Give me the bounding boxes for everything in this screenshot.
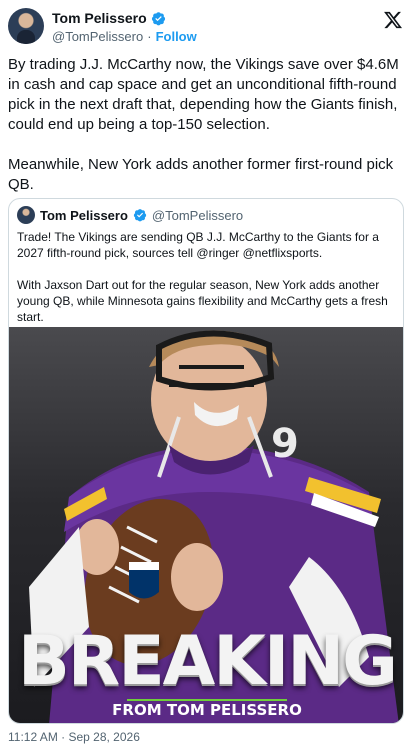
tweet-paragraph: By trading J.J. McCarthy now, the Viking… — [8, 56, 399, 133]
verified-badge-icon — [133, 209, 147, 222]
breaking-headline: BREAKING — [18, 622, 398, 701]
tweet-text: By trading J.J. McCarthy now, the Viking… — [8, 55, 403, 215]
quoted-tweet-media[interactable]: 9 BREAKING FROM TOM PELISSERO — [9, 327, 403, 723]
tweet-header: Tom Pelissero @TomPelissero · Follow — [8, 8, 403, 48]
svg-text:9: 9 — [271, 421, 299, 467]
separator-dot: · — [147, 29, 152, 44]
follow-button[interactable]: Follow — [156, 29, 197, 44]
author-handle-row: @TomPelissero · Follow — [52, 29, 197, 44]
verified-badge-icon — [151, 11, 165, 25]
quoted-tweet-header: Tom Pelissero @TomPelissero — [17, 206, 243, 224]
author-handle[interactable]: @TomPelissero — [52, 29, 143, 44]
quoted-author-handle: @TomPelissero — [151, 207, 244, 223]
quoted-paragraph: With Jaxson Dart out for the regular sea… — [17, 278, 388, 324]
quoted-paragraph: Trade! The Vikings are sending QB J.J. M… — [17, 230, 379, 260]
x-logo-icon[interactable] — [383, 10, 403, 30]
tweet-timestamp[interactable]: 11:12 AM · Sep 28, 2026 — [8, 730, 140, 744]
author-name[interactable]: Tom Pelissero — [52, 10, 147, 26]
quoted-tweet[interactable]: Tom Pelissero @TomPelissero Trade! The V… — [8, 198, 404, 724]
quoted-author-avatar — [17, 206, 35, 224]
quoted-author-name: Tom Pelissero — [40, 207, 128, 223]
quoted-tweet-text: Trade! The Vikings are sending QB J.J. M… — [17, 229, 397, 341]
tweet-paragraph: Meanwhile, New York adds another former … — [8, 156, 394, 193]
author-avatar[interactable] — [8, 8, 44, 44]
tweet-card: Tom Pelissero @TomPelissero · Follow By … — [0, 0, 413, 750]
author-name-row: Tom Pelissero — [52, 10, 166, 26]
breaking-subline: FROM TOM PELISSERO — [112, 701, 302, 719]
